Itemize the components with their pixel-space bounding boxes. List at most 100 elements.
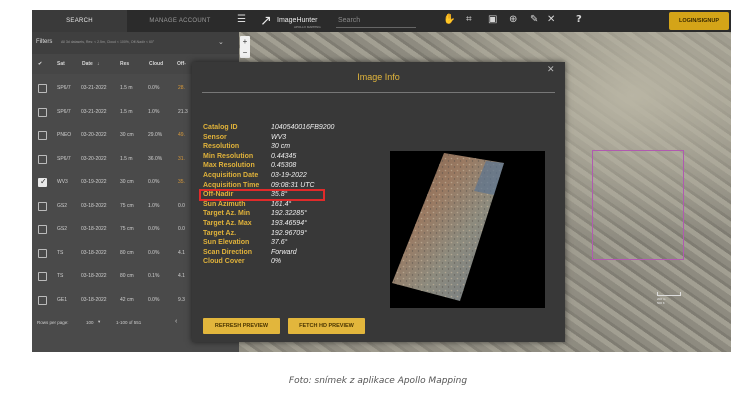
row-sat: SP6/7: [57, 85, 71, 91]
draw-polygon-icon[interactable]: ⌗: [466, 14, 472, 26]
rows-per-page-label: Rows per page:: [37, 320, 69, 325]
row-checkbox[interactable]: [38, 154, 47, 164]
info-label: Sensor: [203, 133, 227, 141]
app-screenshot: SEARCH MANAGE ACCOUNT ☰ ↗ ImageHunter AP…: [32, 10, 731, 352]
chevron-down-icon[interactable]: ⌄: [218, 38, 224, 46]
row-sat: SP6/7: [57, 155, 71, 162]
row-sat: GS2: [57, 226, 68, 232]
row-cloud: 0.0%: [148, 85, 160, 91]
header-off-nadir[interactable]: Off-: [177, 61, 186, 67]
header-cloud[interactable]: Cloud: [149, 61, 163, 67]
row-date: 03-20-2022: [81, 155, 107, 162]
chevron-down-icon[interactable]: ▾: [98, 319, 100, 325]
row-res: 80 cm: [120, 249, 134, 256]
map-scale: 200 m 500 ft: [657, 292, 681, 305]
pan-hand-icon[interactable]: ✋: [443, 14, 455, 26]
info-value: 0.44345: [271, 152, 297, 160]
row-res: 80 cm: [120, 273, 134, 279]
tab-search[interactable]: SEARCH: [32, 10, 127, 32]
row-cloud: 1.0%: [148, 202, 160, 209]
ruler-icon[interactable]: ✎: [530, 14, 538, 26]
zoom-out-button[interactable]: −: [240, 47, 250, 58]
search-input[interactable]: Search: [336, 14, 416, 28]
sort-down-arrow-icon[interactable]: ↓: [97, 61, 100, 67]
info-label: Acquisition Date: [203, 172, 259, 179]
info-value: 192.32285°: [271, 210, 307, 218]
row-cloud: 0.0%: [148, 249, 160, 256]
info-label: Sun Azimuth: [203, 200, 246, 208]
scale-bar: [657, 292, 681, 296]
select-all-check-icon[interactable]: ✔: [38, 61, 42, 67]
rows-per-page-select[interactable]: 100: [86, 320, 94, 325]
upload-file-icon[interactable]: ▣: [488, 14, 497, 26]
scale-label-imperial: 500 ft: [657, 301, 665, 305]
dialog-title: Image Info: [357, 72, 400, 82]
fetch-hd-preview-button[interactable]: FETCH HD PREVIEW: [288, 318, 365, 334]
row-sat: GS2: [57, 202, 68, 209]
area-of-interest-outline: [592, 150, 684, 260]
info-value: 192.96709°: [271, 229, 307, 237]
row-date: 03-18-2022: [81, 249, 107, 256]
zoom-search-icon[interactable]: ⊕: [509, 14, 517, 26]
row-date: 03-18-2022: [81, 202, 107, 209]
info-label: Target Az.: [203, 229, 237, 237]
row-cloud: 0.0%: [148, 296, 160, 303]
clear-tools-icon[interactable]: ✕: [547, 14, 555, 26]
info-label: Target Az. Max: [203, 220, 252, 227]
info-label: Max Resolution: [203, 162, 255, 170]
top-bar: SEARCH MANAGE ACCOUNT ☰ ↗ ImageHunter AP…: [32, 10, 731, 32]
login-signup-button[interactable]: LOGIN/SIGNUP: [669, 12, 729, 30]
row-res: 75 cm: [120, 202, 134, 209]
info-value: 1040540016FB9200: [271, 124, 335, 131]
row-sat: GE1: [57, 296, 68, 303]
info-value: 0.45308: [271, 162, 297, 170]
row-cloud: 29.0%: [148, 132, 163, 138]
header-date[interactable]: Date: [82, 61, 93, 67]
row-checkbox[interactable]: [38, 272, 47, 281]
dialog-divider: [202, 92, 555, 93]
row-date: 03-18-2022: [81, 226, 107, 232]
refresh-preview-button[interactable]: REFRESH PREVIEW: [203, 318, 280, 334]
close-icon[interactable]: ✕: [547, 64, 555, 75]
row-sat: PNEO: [57, 132, 72, 138]
row-checkbox[interactable]: [38, 84, 47, 93]
help-icon[interactable]: ?: [576, 14, 582, 26]
row-checkbox[interactable]: [38, 177, 47, 187]
info-value: 37.6°: [271, 239, 288, 247]
app-name: ImageHunter: [277, 17, 318, 24]
row-checkbox[interactable]: [38, 248, 47, 258]
zoom-control: + −: [240, 36, 250, 58]
row-checkbox[interactable]: [38, 295, 47, 305]
filters-summary: All 3d datasets, Res: < 2.5m, Cloud < 10…: [61, 40, 155, 44]
filters-bar[interactable]: Filters All 3d datasets, Res: < 2.5m, Cl…: [32, 32, 239, 54]
row-res: 42 cm: [120, 296, 134, 303]
info-label: Resolution: [203, 143, 240, 151]
image-footprint-thumbnail: [392, 153, 504, 301]
row-date: 03-19-2022: [81, 179, 107, 185]
info-value: 161.4°: [271, 200, 292, 208]
row-sat: TS: [57, 249, 64, 256]
prev-page-icon[interactable]: ‹: [175, 318, 177, 325]
row-res: 30 cm: [120, 179, 134, 185]
header-sat[interactable]: Sat: [57, 61, 65, 67]
tab-manage-account[interactable]: MANAGE ACCOUNT: [127, 10, 233, 32]
row-off-nadir: 4.1: [178, 273, 185, 279]
row-checkbox[interactable]: [38, 107, 47, 117]
image-preview: [390, 151, 545, 308]
info-label: Sun Elevation: [203, 239, 250, 247]
row-checkbox[interactable]: [38, 131, 47, 140]
hamburger-menu-icon[interactable]: ☰: [237, 15, 247, 25]
row-off-nadir: 21.3: [178, 108, 188, 115]
app-subname: APOLLO MAPPING: [294, 25, 321, 29]
row-sat: TS: [57, 273, 64, 279]
zoom-in-button[interactable]: +: [240, 36, 250, 47]
row-sat: SP6/7: [57, 108, 71, 115]
row-off-nadir: 35.: [178, 179, 185, 185]
row-date: 03-21-2022: [81, 108, 107, 115]
row-off-nadir: 28.: [178, 85, 185, 91]
info-label: Target Az. Min: [203, 210, 251, 218]
row-checkbox[interactable]: [38, 201, 47, 211]
header-res[interactable]: Res: [120, 61, 129, 67]
info-value: WV3: [271, 133, 287, 141]
row-checkbox[interactable]: [38, 225, 47, 234]
